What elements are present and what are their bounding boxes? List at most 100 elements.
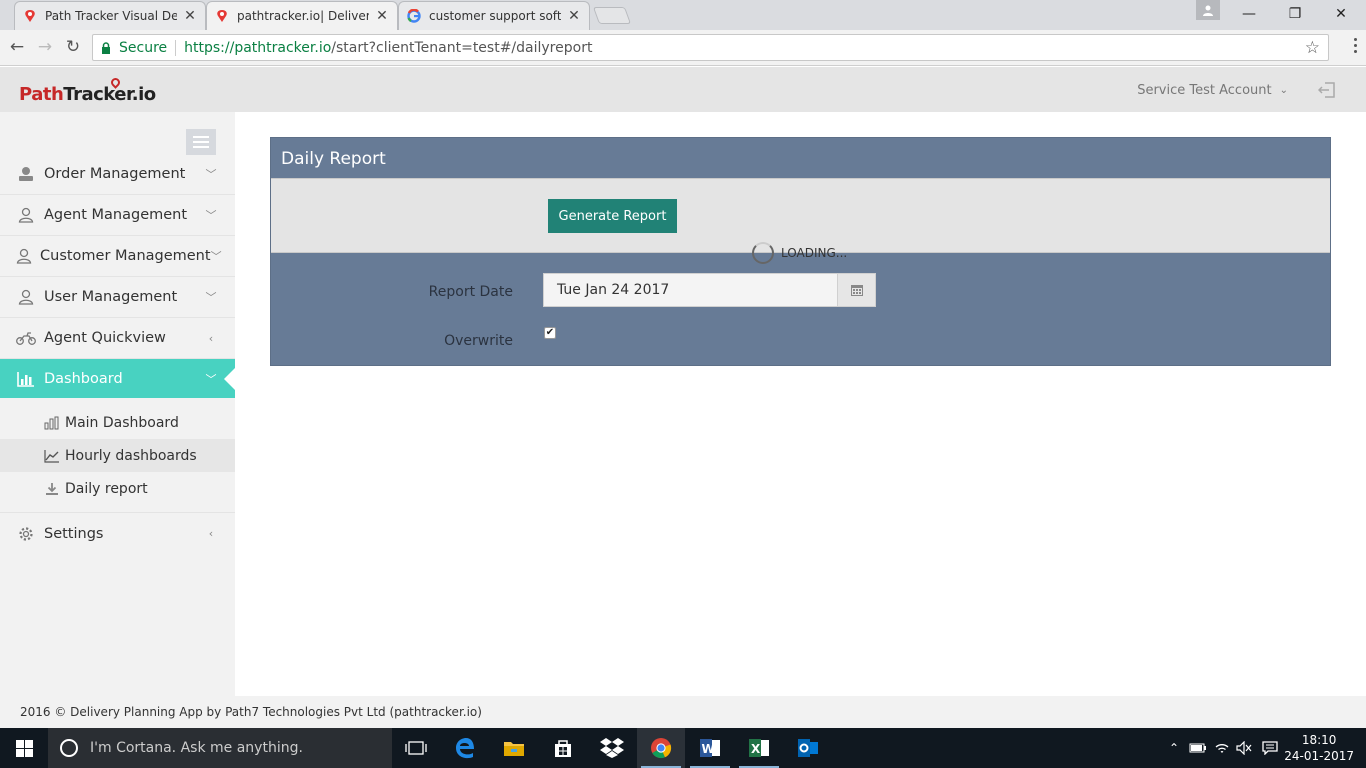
download-icon bbox=[44, 482, 60, 496]
chevron-down-icon: ﹀ bbox=[205, 372, 217, 386]
action-center-icon[interactable] bbox=[1258, 728, 1282, 768]
system-clock[interactable]: 18:10 24-01-2017 bbox=[1284, 732, 1354, 764]
logo-text-tracker: Tracker.io bbox=[63, 84, 156, 105]
calendar-icon bbox=[850, 285, 863, 296]
sidebar-item-dashboard[interactable]: Dashboard ﹀ bbox=[0, 359, 236, 398]
svg-text:W: W bbox=[702, 742, 715, 756]
restore-icon[interactable]: ❐ bbox=[1272, 0, 1318, 28]
pathtracker-favicon-icon bbox=[215, 9, 229, 23]
excel-icon[interactable]: X bbox=[735, 728, 783, 768]
close-icon[interactable]: ✕ bbox=[183, 8, 197, 24]
bookmark-star-icon[interactable]: ☆ bbox=[1305, 38, 1320, 58]
file-explorer-icon[interactable] bbox=[490, 728, 538, 768]
footer-text: 2016 © Delivery Planning App by Path7 Te… bbox=[20, 705, 482, 719]
calendar-button[interactable] bbox=[837, 273, 876, 307]
app-header: PathTracker.io Service Test Account ⌄ bbox=[0, 67, 1366, 112]
browser-tab-2[interactable]: pathtracker.io| Delivery P ✕ bbox=[206, 1, 398, 30]
sidebar-item-label: Agent Management bbox=[44, 207, 188, 223]
loading-text: LOADING... bbox=[781, 246, 848, 260]
sidebar-item-label: Customer Management bbox=[40, 248, 211, 264]
sidebar-item-label: Agent Quickview bbox=[44, 330, 166, 346]
minimize-icon[interactable]: — bbox=[1226, 0, 1272, 28]
svg-text:X: X bbox=[751, 742, 761, 756]
bar-chart-icon bbox=[16, 370, 36, 388]
secure-indicator[interactable]: Secure bbox=[101, 40, 167, 56]
close-icon[interactable]: ✕ bbox=[375, 8, 389, 24]
lock-icon bbox=[102, 41, 110, 54]
google-favicon-icon bbox=[407, 9, 421, 23]
chevron-left-icon: ‹ bbox=[208, 527, 214, 540]
sidebar-item-label: Settings bbox=[44, 525, 104, 542]
profile-icon[interactable] bbox=[1196, 0, 1220, 20]
report-date-input[interactable]: Tue Jan 24 2017 bbox=[543, 273, 838, 307]
line-chart-icon bbox=[44, 449, 60, 463]
order-icon bbox=[16, 165, 36, 183]
browser-menu-icon[interactable] bbox=[1350, 38, 1360, 53]
sidebar-subitem-main-dashboard[interactable]: Main Dashboard bbox=[0, 406, 235, 439]
battery-icon[interactable] bbox=[1188, 728, 1208, 768]
store-icon[interactable] bbox=[539, 728, 587, 768]
window-close-icon[interactable]: ✕ bbox=[1318, 0, 1364, 28]
hamburger-menu-icon[interactable] bbox=[186, 129, 216, 155]
logo-text-path: Path bbox=[19, 84, 64, 105]
sidebar-subitem-hourly-dashboards[interactable]: Hourly dashboards bbox=[0, 439, 235, 472]
account-dropdown[interactable]: Service Test Account ⌄ bbox=[1137, 83, 1288, 98]
overwrite-label: Overwrite bbox=[444, 333, 513, 349]
chevron-down-icon: ﹀ bbox=[205, 291, 217, 304]
logout-icon[interactable] bbox=[1318, 81, 1336, 99]
secure-label: Secure bbox=[119, 39, 168, 56]
chevron-down-icon: ﹀ bbox=[210, 250, 222, 263]
chevron-up-icon[interactable]: ⌃ bbox=[1166, 728, 1182, 768]
chrome-icon[interactable] bbox=[637, 728, 685, 768]
sidebar-item-settings[interactable]: Settings ‹ bbox=[0, 513, 235, 554]
sidebar-item-label: User Management bbox=[44, 289, 178, 305]
user-icon bbox=[16, 288, 36, 306]
browser-tab-title: Path Tracker Visual Delive bbox=[45, 9, 177, 23]
clock-date: 24-01-2017 bbox=[1284, 749, 1354, 763]
overwrite-checkbox[interactable]: ✔ bbox=[544, 327, 556, 339]
browser-tab-3[interactable]: customer support softwa ✕ bbox=[398, 1, 590, 30]
windows-logo-icon bbox=[15, 739, 33, 757]
outlook-icon[interactable] bbox=[784, 728, 832, 768]
sidebar-item-user-management[interactable]: User Management ﹀ bbox=[0, 277, 235, 318]
chevron-down-icon: ﹀ bbox=[205, 209, 217, 222]
chevron-down-icon: ﹀ bbox=[205, 168, 217, 181]
browser-tab-1[interactable]: Path Tracker Visual Delive ✕ bbox=[14, 1, 206, 30]
edge-browser-icon[interactable] bbox=[441, 728, 489, 768]
address-bar[interactable]: Secure https://pathtracker.io/start?clie… bbox=[92, 34, 1329, 61]
windows-start-button[interactable] bbox=[0, 728, 48, 768]
sidebar-subitem-daily-report[interactable]: Daily report bbox=[0, 472, 235, 505]
sidebar-item-agent-quickview[interactable]: Agent Quickview ‹ bbox=[0, 318, 235, 359]
account-label: Service Test Account bbox=[1137, 83, 1272, 98]
pathtracker-logo[interactable]: PathTracker.io bbox=[19, 76, 156, 105]
sidebar-item-order-management[interactable]: Order Management ﹀ bbox=[0, 154, 235, 195]
gear-icon bbox=[16, 525, 36, 543]
sidebar-subitem-label: Hourly dashboards bbox=[65, 447, 197, 464]
task-view-icon[interactable] bbox=[392, 728, 440, 768]
back-arrow-icon[interactable]: ← bbox=[6, 36, 28, 58]
url-path: /start?clientTenant=test#/dailyreport bbox=[331, 39, 593, 56]
sidebar-item-customer-management[interactable]: Customer Management ﹀ bbox=[0, 236, 235, 277]
sidebar-item-agent-management[interactable]: Agent Management ﹀ bbox=[0, 195, 235, 236]
sidebar-item-label: Order Management bbox=[44, 166, 186, 182]
taskbar: I'm Cortana. Ask me anything. W X ⌃ 18:1… bbox=[0, 728, 1366, 768]
word-icon[interactable]: W bbox=[686, 728, 734, 768]
generate-report-button[interactable]: Generate Report bbox=[548, 199, 677, 233]
sidebar-item-label: Dashboard bbox=[44, 370, 123, 387]
close-icon[interactable]: ✕ bbox=[567, 8, 581, 24]
customer-icon bbox=[16, 247, 32, 265]
browser-toolbar: ← → ↻ Secure https://pathtracker.io/star… bbox=[0, 30, 1366, 66]
forward-arrow-icon[interactable]: → bbox=[34, 36, 56, 58]
cortana-search-box[interactable]: I'm Cortana. Ask me anything. bbox=[48, 728, 392, 768]
clock-time: 18:10 bbox=[1301, 733, 1337, 747]
report-date-label: Report Date bbox=[428, 284, 513, 300]
new-tab-button[interactable] bbox=[592, 7, 632, 24]
browser-tab-bar: Path Tracker Visual Delive ✕ pathtracker… bbox=[0, 0, 1366, 30]
dropbox-icon[interactable] bbox=[588, 728, 636, 768]
wifi-icon[interactable] bbox=[1212, 728, 1232, 768]
reload-icon[interactable]: ↻ bbox=[62, 36, 84, 58]
loading-indicator: LOADING... bbox=[752, 242, 847, 264]
sidebar-subitem-label: Daily report bbox=[65, 480, 148, 497]
volume-muted-icon[interactable] bbox=[1234, 728, 1254, 768]
sidebar: Order Management ﹀ Agent Management ﹀ Cu… bbox=[0, 112, 236, 696]
